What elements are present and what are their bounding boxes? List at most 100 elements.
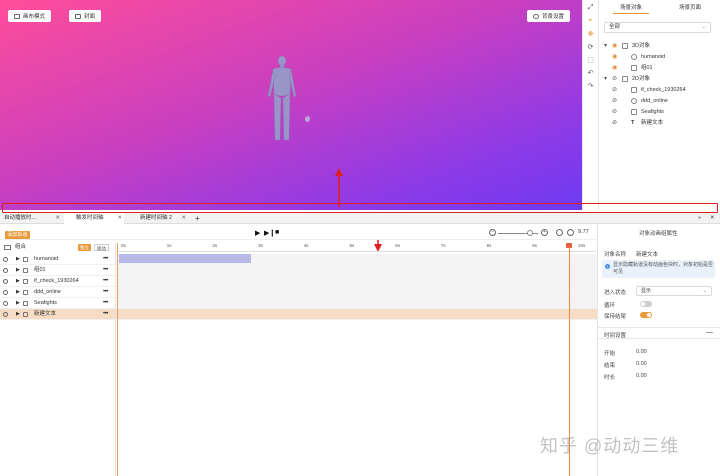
more-icon[interactable]: ••• <box>103 298 108 309</box>
expand-arrow-icon[interactable]: ▶ <box>16 298 20 309</box>
track-lane[interactable] <box>117 298 597 308</box>
track-label: 新建文本 <box>34 311 57 317</box>
tab-new-timeline-2[interactable]: 新建时间轴 2 ✕ <box>128 213 188 224</box>
visibility-circle-icon[interactable] <box>3 279 8 284</box>
add-track-button[interactable]: 添加轨道 <box>5 231 30 239</box>
time-ruler[interactable]: 0s 1s 2s 3s 4s 5s 6s 7s 8s 9s 10s <box>117 243 597 252</box>
visibility-notice: i 显示隐藏轨道没有动画色块时，对象初始是否可见 <box>602 260 715 278</box>
track-lane[interactable] <box>117 276 597 286</box>
track-label: Seafights <box>34 300 57 306</box>
current-time: 9.77 <box>578 229 589 235</box>
visibility-circle-icon[interactable] <box>3 290 8 295</box>
more-icon[interactable]: ••• <box>103 254 108 265</box>
track-row[interactable]: ▶ ddd_online ••• <box>0 287 597 298</box>
expand-arrow-icon[interactable]: ▶ <box>16 309 20 320</box>
track-lane[interactable] <box>117 287 597 297</box>
stop-icon[interactable]: ■ <box>275 229 279 236</box>
visibility-circle-icon[interactable] <box>3 312 8 317</box>
track-row[interactable]: ▶ Seafights ••• <box>0 298 597 309</box>
play-from-start-icon[interactable]: ▶❙ <box>264 229 275 237</box>
toggle-knob <box>647 313 651 317</box>
loop-toggle[interactable] <box>640 301 652 307</box>
tab-label: 自动播放时... <box>4 215 37 221</box>
close-icon[interactable]: ✕ <box>181 213 186 224</box>
notice-text: 显示隐藏轨道没有动画色块时，对象初始是否可见 <box>613 262 714 275</box>
visibility-circle-icon[interactable] <box>3 301 8 306</box>
close-icon[interactable]: ✕ <box>117 213 122 224</box>
linked-toggle[interactable]: 联动 <box>94 244 109 251</box>
expand-arrow-icon[interactable]: ▶ <box>16 254 20 265</box>
expand-arrow-icon[interactable]: ▶ <box>16 265 20 276</box>
track-lane[interactable] <box>117 309 597 319</box>
tab-trigger-timeline[interactable]: 触发时间轴 ✕ <box>64 213 124 224</box>
ruler-tick-label: 9s <box>532 243 538 248</box>
animation-clip[interactable] <box>119 254 251 263</box>
ruler-tick-label: 2s <box>212 243 218 248</box>
object-icon <box>23 312 28 317</box>
tab-autoplay-timeline[interactable]: 自动播放时... ✕ <box>0 213 62 224</box>
track-label: ddd_online <box>34 289 61 295</box>
duration-label: 时长 <box>604 375 616 381</box>
watermark: 知乎 @动动三维 <box>540 436 680 456</box>
expand-arrow-icon[interactable]: ▶ <box>16 276 20 287</box>
more-icon[interactable]: ••• <box>103 276 108 287</box>
time-settings-label: 时间设置 <box>604 333 627 339</box>
add-timeline-button[interactable]: + <box>191 213 201 224</box>
tab-label: 触发时间轴 <box>76 215 104 221</box>
enter-state-select[interactable]: 显示 ⌄ <box>636 286 712 296</box>
ruler-tick-label: 4s <box>303 243 309 248</box>
playhead-handle[interactable] <box>566 243 572 248</box>
end-value[interactable]: 0.00 <box>636 361 647 367</box>
zoom-in-icon[interactable]: + <box>541 229 548 236</box>
group-label: 组合 <box>15 244 27 250</box>
tab-label: 新建时间轴 2 <box>140 215 173 221</box>
reset-icon[interactable] <box>567 229 574 236</box>
duration-value[interactable]: 0.00 <box>636 373 647 379</box>
ruler-tick-label: 1s <box>166 243 172 248</box>
play-icon[interactable]: ▶ <box>255 229 260 237</box>
clock-icon <box>556 229 563 236</box>
ruler-tick-label: 3s <box>258 243 263 248</box>
track-label: if_check_1930264 <box>34 278 79 284</box>
track-row[interactable]: ▶ 组01 ••• <box>0 265 597 276</box>
keep-end-toggle[interactable] <box>640 312 652 318</box>
loop-label: 循环 <box>604 303 616 309</box>
collapse-icon[interactable]: — <box>706 329 713 336</box>
end-label: 结束 <box>604 363 616 369</box>
visibility-circle-icon[interactable] <box>3 268 8 273</box>
ruler-tick-label: 6s <box>395 243 400 248</box>
track-row[interactable]: ▶ 新建文本 ••• <box>0 309 597 320</box>
more-icon[interactable]: ••• <box>103 309 108 320</box>
ruler-tick-label: 5s <box>349 243 355 248</box>
keep-end-label: 保持结尾 <box>604 314 627 320</box>
toggle-knob <box>641 302 645 306</box>
track-row[interactable]: ▶ humanoid ••• <box>0 254 597 265</box>
object-name-value: 新建文本 <box>636 252 659 258</box>
time-settings-header[interactable]: 时间设置 — <box>598 327 720 339</box>
track-label: 组01 <box>34 267 46 273</box>
object-icon <box>23 301 28 306</box>
independent-toggle[interactable]: 独立 <box>78 244 91 251</box>
folder-icon <box>4 245 11 250</box>
timeline-tab-bar: 自动播放时... ✕ 触发时间轴 ✕ 新建时间轴 2 ✕ + » ✕ <box>0 213 720 224</box>
close-panel-icon[interactable]: ✕ <box>706 213 716 224</box>
track-label: humanoid <box>34 256 59 262</box>
expand-arrow-icon[interactable]: ▶ <box>16 287 20 298</box>
more-icon[interactable]: ••• <box>103 287 108 298</box>
enter-state-label: 进入状态 <box>604 290 627 296</box>
start-marker <box>117 243 118 476</box>
properties-title: 对象动画组属性 <box>639 231 678 237</box>
start-value[interactable]: 0.00 <box>636 349 647 355</box>
more-icon[interactable]: ••• <box>103 265 108 276</box>
visibility-circle-icon[interactable] <box>3 257 8 262</box>
info-icon: i <box>605 264 610 269</box>
track-row[interactable]: ▶ if_check_1930264 ••• <box>0 276 597 287</box>
close-icon[interactable]: ✕ <box>55 213 60 224</box>
collapse-panel-icon[interactable]: » <box>694 213 704 224</box>
zoom-slider-handle[interactable] <box>527 230 533 236</box>
zoom-out-icon[interactable]: − <box>489 229 496 236</box>
tracks-divider <box>115 243 116 476</box>
track-lane[interactable] <box>117 265 597 275</box>
object-name-label: 对象名称 <box>604 252 627 258</box>
ruler-tick-label: 0s <box>121 243 126 248</box>
